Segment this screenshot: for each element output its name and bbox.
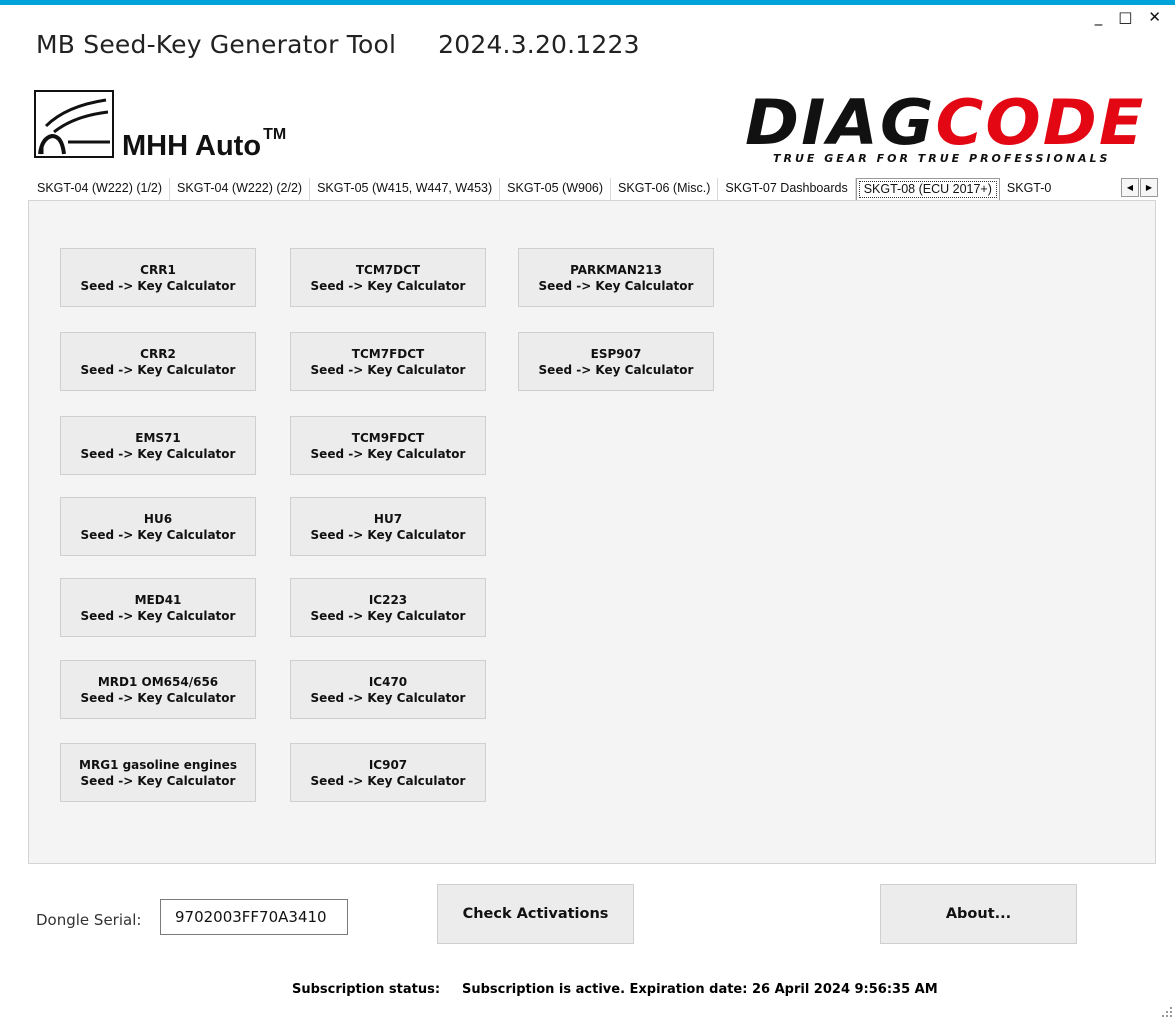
tab-skgt04-2[interactable]: SKGT-04 (W222) (2/2) (170, 178, 311, 200)
parkman213-calculator-button[interactable]: PARKMAN213 Seed -> Key Calculator (518, 248, 714, 307)
tab-skgt04-1[interactable]: SKGT-04 (W222) (1/2) (30, 178, 171, 200)
tab-skgt05-w415[interactable]: SKGT-05 (W415, W447, W453) (310, 178, 501, 200)
check-activations-button[interactable]: Check Activations (437, 884, 634, 944)
subscription-status-text: Subscription is active. Expiration date:… (462, 982, 938, 997)
ems71-calculator-button[interactable]: EMS71 Seed -> Key Calculator (60, 416, 256, 475)
tcm7dct-calculator-button[interactable]: TCM7DCT Seed -> Key Calculator (290, 248, 486, 307)
maximize-icon[interactable]: □ (1118, 8, 1132, 26)
window-controls: _ □ ✕ (1095, 8, 1161, 26)
tab-scroll-buttons: ◀ ▶ (1121, 178, 1158, 197)
diagcode-logo: DIAGCODE TRUE GEAR FOR TRUE PROFESSIONAL… (745, 86, 1146, 165)
tab-scroll-left-icon[interactable]: ◀ (1121, 178, 1139, 197)
mrd1-calculator-button[interactable]: MRD1 OM654/656 Seed -> Key Calculator (60, 660, 256, 719)
window-accent-bar (0, 0, 1175, 5)
dongle-serial-field[interactable] (160, 899, 348, 935)
resize-grip-icon[interactable] (1162, 1007, 1172, 1017)
hu7-calculator-button[interactable]: HU7 Seed -> Key Calculator (290, 497, 486, 556)
subscription-status-label: Subscription status: (292, 982, 441, 997)
close-icon[interactable]: ✕ (1148, 8, 1161, 26)
esp907-calculator-button[interactable]: ESP907 Seed -> Key Calculator (518, 332, 714, 391)
crr2-calculator-button[interactable]: CRR2 Seed -> Key Calculator (60, 332, 256, 391)
ic223-calculator-button[interactable]: IC223 Seed -> Key Calculator (290, 578, 486, 637)
app-version: 2024.3.20.1223 (438, 30, 640, 59)
tab-skgt07-dashboards[interactable]: SKGT-07 Dashboards (718, 178, 856, 200)
window-title: MB Seed-Key Generator Tool 2024.3.20.1223 (36, 30, 640, 59)
mrg1-calculator-button[interactable]: MRG1 gasoline engines Seed -> Key Calcula… (60, 743, 256, 802)
hu6-calculator-button[interactable]: HU6 Seed -> Key Calculator (60, 497, 256, 556)
tcm7fdct-calculator-button[interactable]: TCM7FDCT Seed -> Key Calculator (290, 332, 486, 391)
tab-skgt08-ecu[interactable]: SKGT-08 (ECU 2017+) (855, 178, 1000, 201)
minimize-icon[interactable]: _ (1095, 8, 1103, 26)
med41-calculator-button[interactable]: MED41 Seed -> Key Calculator (60, 578, 256, 637)
ic907-calculator-button[interactable]: IC907 Seed -> Key Calculator (290, 743, 486, 802)
mhh-logo-mark (34, 90, 114, 158)
mhh-auto-logo: MHH Auto TM (34, 90, 334, 162)
tab-strip: SKGT-04 (W222) (1/2) SKGT-04 (W222) (2/2… (30, 178, 1158, 201)
about-button[interactable]: About... (880, 884, 1077, 944)
tab-skgt09-partial[interactable]: SKGT-0 (1000, 178, 1058, 200)
tab-skgt05-w906[interactable]: SKGT-05 (W906) (500, 178, 612, 200)
tab-scroll-right-icon[interactable]: ▶ (1140, 178, 1158, 197)
diagcode-tagline: TRUE GEAR FOR TRUE PROFESSIONALS (773, 152, 1111, 165)
dongle-serial-label: Dongle Serial: (36, 911, 142, 929)
tcm9fdct-calculator-button[interactable]: TCM9FDCT Seed -> Key Calculator (290, 416, 486, 475)
crr1-calculator-button[interactable]: CRR1 Seed -> Key Calculator (60, 248, 256, 307)
app-title: MB Seed-Key Generator Tool (36, 30, 397, 59)
mhh-logo-text: MHH Auto TM (122, 126, 287, 162)
ic470-calculator-button[interactable]: IC470 Seed -> Key Calculator (290, 660, 486, 719)
tab-skgt06-misc[interactable]: SKGT-06 (Misc.) (611, 178, 719, 200)
